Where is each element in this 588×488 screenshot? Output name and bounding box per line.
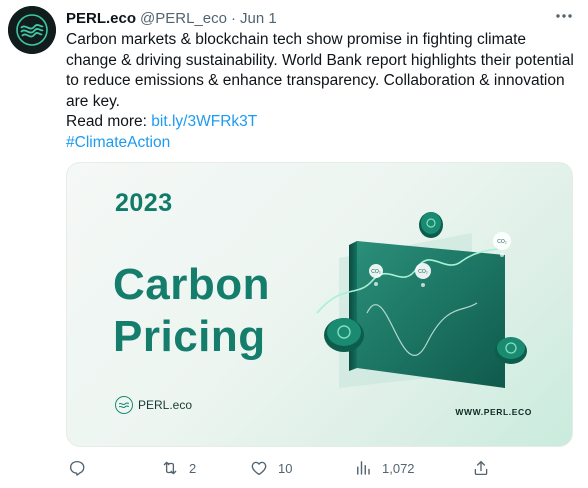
tweet-date[interactable]: Jun 1	[240, 10, 277, 27]
more-dots-icon	[556, 14, 572, 18]
hashtag-link[interactable]: #ClimateAction	[66, 134, 170, 151]
retweet-button[interactable]: 2	[161, 456, 196, 480]
views-button[interactable]: 1,072	[354, 456, 415, 480]
reply-button[interactable]	[68, 456, 86, 480]
like-button[interactable]: 10	[250, 456, 292, 480]
bubble-label-3: CO₂	[497, 239, 507, 245]
tweet-actions: 2 10 1,072	[66, 456, 576, 480]
brand-logo-icon	[115, 396, 133, 414]
image-site-url: WWW.PERL.ECO	[455, 407, 532, 417]
image-headline: Carbon Pricing	[113, 259, 270, 363]
like-count: 10	[278, 460, 293, 476]
more-options-button[interactable]	[552, 6, 576, 26]
headline-line-1: Carbon	[113, 260, 270, 309]
separator: ·	[230, 9, 236, 27]
user-handle[interactable]: @PERL_eco	[140, 10, 227, 27]
tweet-body: Carbon markets & blockchain tech show pr…	[66, 31, 574, 110]
tweet-header: PERL.eco @PERL_eco · Jun 1	[66, 8, 277, 28]
share-icon	[474, 460, 488, 476]
tweet[interactable]: PERL.eco @PERL_eco · Jun 1 Carbon market…	[0, 0, 588, 488]
read-more-label: Read more:	[66, 113, 147, 130]
tweet-text: Carbon markets & blockchain tech show pr…	[66, 30, 576, 153]
headline-line-2: Pricing	[113, 312, 266, 361]
heart-icon	[251, 461, 267, 476]
retweet-count: 2	[189, 460, 197, 476]
image-brand: PERL.eco	[115, 395, 192, 415]
bubble-label-1: CO₂	[371, 269, 381, 275]
tweet-link[interactable]: bit.ly/3WFRk3T	[151, 113, 257, 130]
avatar[interactable]	[8, 6, 56, 54]
tweet-media-image[interactable]: CO₂ CO₂ CO₂ 2023 Carbon Pricing PERL.eco…	[66, 162, 573, 447]
display-name[interactable]: PERL.eco	[66, 10, 136, 27]
brand-name: PERL.eco	[138, 398, 193, 412]
views-icon	[357, 461, 370, 475]
share-button[interactable]	[472, 456, 490, 480]
read-more-line: Read more: bit.ly/3WFRk3T	[66, 112, 576, 133]
reply-icon	[69, 460, 85, 476]
bubble-label-2: CO₂	[418, 269, 428, 275]
image-year: 2023	[115, 189, 173, 217]
views-count: 1,072	[382, 460, 415, 476]
perl-logo-icon	[8, 6, 56, 54]
retweet-icon	[163, 461, 177, 475]
